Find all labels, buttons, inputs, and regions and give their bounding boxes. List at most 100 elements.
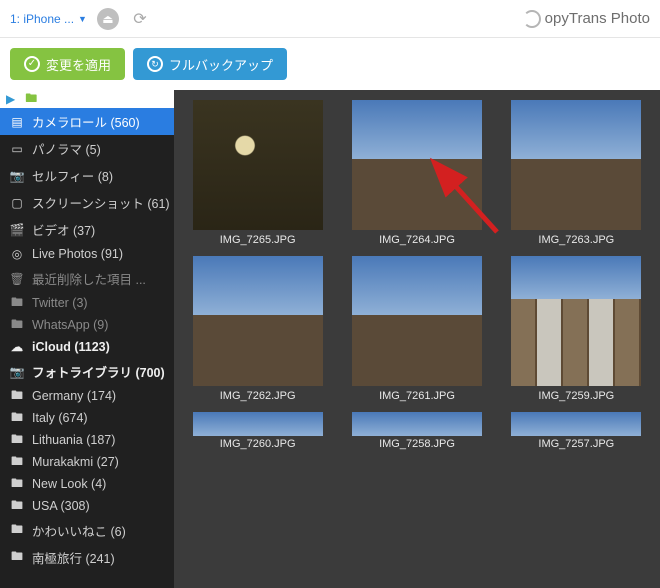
sidebar-list: ▤ カメラロール (560) ▭ パノラマ (5) 📷 セルフィー (8) ▢スクリーンショ… bbox=[0, 108, 174, 588]
picture-tab-icon[interactable]: 🖿 bbox=[25, 89, 37, 110]
sidebar-item-label: Live Photos (91) bbox=[32, 247, 123, 261]
thumbnail[interactable]: IMG_7259.JPG bbox=[507, 256, 646, 402]
thumbnail-image bbox=[352, 412, 482, 436]
thumbnail-image bbox=[193, 100, 323, 230]
sidebar-item-label: ビデオ (37) bbox=[32, 220, 95, 239]
camera-icon: 📷 bbox=[10, 169, 24, 183]
thumbnail-label: IMG_7258.JPG bbox=[379, 438, 455, 450]
video-icon: 🎬 bbox=[10, 223, 24, 237]
folder-icon: 🖿 bbox=[10, 389, 24, 403]
sidebar-item-label: Germany (174) bbox=[32, 389, 116, 403]
sidebar-item-label: かわいいねこ (6) bbox=[32, 521, 126, 540]
sidebar-item[interactable]: 📷 セルフィー (8) bbox=[0, 162, 174, 189]
sidebar-item[interactable]: ◎ Live Photos (91) bbox=[0, 243, 174, 265]
sidebar-item-label: WhatsApp (9) bbox=[32, 318, 108, 332]
sidebar-item-label: USA (308) bbox=[32, 499, 90, 513]
thumbnail[interactable]: IMG_7262.JPG bbox=[188, 256, 327, 402]
refresh-button[interactable]: ⟳ bbox=[129, 8, 151, 30]
thumbnail[interactable]: IMG_7257.JPG bbox=[507, 412, 646, 450]
sidebar-item-label: New Look (4) bbox=[32, 477, 106, 491]
folder-icon: 🖿 bbox=[10, 551, 24, 565]
sidebar-item[interactable]: 🖿 WhatsApp (9) bbox=[0, 314, 174, 336]
cloud-icon: ☁ bbox=[10, 340, 24, 354]
thumbnail[interactable]: IMG_7263.JPG bbox=[507, 100, 646, 246]
play-tab-icon[interactable]: ▶ bbox=[6, 92, 15, 106]
sidebar-item[interactable]: 🖿 Twitter (3) bbox=[0, 292, 174, 314]
thumbnail-image bbox=[511, 100, 641, 230]
sidebar-item-label: 南極旅行 (241) bbox=[32, 548, 115, 567]
eject-button[interactable]: ⏏ bbox=[97, 8, 119, 30]
folder-icon: 🖿 bbox=[10, 524, 24, 538]
folder-icon: 🖿 bbox=[10, 455, 24, 469]
thumbnail-image bbox=[193, 256, 323, 386]
history-icon: ↻ bbox=[147, 56, 163, 72]
thumbnail-label: IMG_7261.JPG bbox=[379, 390, 455, 402]
sidebar-item[interactable]: 🖿 南極旅行 (241) bbox=[0, 544, 174, 571]
thumbnail-image bbox=[352, 100, 482, 230]
folder-icon: 🖿 bbox=[10, 411, 24, 425]
sidebar-item-label: Murakakmi (27) bbox=[32, 455, 119, 469]
sidebar-item-label: フォトライブラリ (700) bbox=[32, 362, 165, 381]
sidebar-item-label: Lithuania (187) bbox=[32, 433, 115, 447]
folder-icon: 🖿 bbox=[10, 318, 24, 332]
apply-changes-button[interactable]: ✓ 変更を適用 bbox=[10, 48, 125, 80]
thumbnail-label: IMG_7259.JPG bbox=[538, 390, 614, 402]
sidebar-item-label: iCloud (1123) bbox=[32, 340, 110, 354]
sidebar-tabs: ▶ 🖿 bbox=[0, 90, 174, 108]
sidebar-item[interactable]: ▤ カメラロール (560) bbox=[0, 108, 174, 135]
sidebar-item[interactable]: 🖿USA (308) bbox=[0, 495, 174, 517]
sidebar-item[interactable]: ▭ パノラマ (5) bbox=[0, 135, 174, 162]
trash-icon: 🗑 bbox=[10, 272, 24, 286]
sidebar-item[interactable]: 🖿 かわいいねこ (6) bbox=[0, 517, 174, 544]
sidebar-item[interactable]: 📷 フォトライブラリ (700) bbox=[0, 358, 174, 385]
sidebar-item[interactable]: 🖿 New Look (4) bbox=[0, 473, 174, 495]
thumbnail[interactable]: IMG_7261.JPG bbox=[347, 256, 486, 402]
thumbnail-image bbox=[511, 412, 641, 436]
sidebar-item[interactable]: 🖿Lithuania (187) bbox=[0, 429, 174, 451]
backup-label: フルバックアップ bbox=[169, 55, 273, 74]
device-label: 1: iPhone ... bbox=[10, 12, 74, 26]
thumbnail-grid: IMG_7265.JPG IMG_7264.JPG IMG_7263.JPG IMG_… bbox=[188, 100, 646, 450]
actionbar: ✓ 変更を適用 ↻ フルバックアップ bbox=[0, 38, 660, 90]
sidebar-item[interactable]: 🖿 Germany (174) bbox=[0, 385, 174, 407]
sidebar-item-label: スクリーンショット (61) bbox=[32, 193, 170, 212]
topbar: 1: iPhone ... ▼ ⏏ ⟳ opyTrans Photo bbox=[0, 0, 660, 38]
sidebar-item[interactable]: ▢スクリーンショット (61) bbox=[0, 189, 174, 216]
live-icon: ◎ bbox=[10, 247, 24, 261]
folder-icon: 🖿 bbox=[10, 296, 24, 310]
thumbnail[interactable]: IMG_7265.JPG bbox=[188, 100, 327, 246]
thumbnail-label: IMG_7257.JPG bbox=[538, 438, 614, 450]
thumbnail[interactable]: IMG_7264.JPG bbox=[347, 100, 486, 246]
sidebar-item-label: Twitter (3) bbox=[32, 296, 88, 310]
brand-text: opyTrans Photo bbox=[545, 10, 650, 27]
album-icon: ▤ bbox=[10, 115, 24, 129]
sidebar-item[interactable]: 🖿 Italy (674) bbox=[0, 407, 174, 429]
camera-icon: 📷 bbox=[10, 365, 24, 379]
thumbnail-label: IMG_7265.JPG bbox=[220, 234, 296, 246]
panorama-icon: ▭ bbox=[10, 142, 24, 156]
thumbnail[interactable]: IMG_7260.JPG bbox=[188, 412, 327, 450]
folder-icon: 🖿 bbox=[10, 477, 24, 491]
sidebar: ▶ 🖿 ▤ カメラロール (560) ▭ パノラマ (5) 📷 セルフィー (8) ▢スクリ… bbox=[0, 90, 174, 588]
thumbnail-label: IMG_7260.JPG bbox=[220, 438, 296, 450]
sidebar-item[interactable]: 🗑最近削除した項目 ... bbox=[0, 265, 174, 292]
sidebar-item-label: Italy (674) bbox=[32, 411, 88, 425]
sidebar-item-label: セルフィー (8) bbox=[32, 166, 113, 185]
sidebar-item-label: カメラロール (560) bbox=[32, 112, 140, 131]
thumbnail-label: IMG_7263.JPG bbox=[538, 234, 614, 246]
thumbnail[interactable]: IMG_7258.JPG bbox=[347, 412, 486, 450]
sidebar-item-label: パノラマ (5) bbox=[32, 139, 101, 158]
full-backup-button[interactable]: ↻ フルバックアップ bbox=[133, 48, 287, 80]
thumbnail-label: IMG_7264.JPG bbox=[379, 234, 455, 246]
thumbnail-label: IMG_7262.JPG bbox=[220, 390, 296, 402]
sidebar-item[interactable]: 🎬 ビデオ (37) bbox=[0, 216, 174, 243]
chevron-down-icon: ▼ bbox=[78, 14, 87, 24]
brand-logo-icon bbox=[523, 10, 541, 28]
device-select[interactable]: 1: iPhone ... ▼ bbox=[10, 12, 87, 26]
thumbnail-image bbox=[511, 256, 641, 386]
sidebar-item[interactable]: ☁ iCloud (1123) bbox=[0, 336, 174, 358]
main: ▶ 🖿 ▤ カメラロール (560) ▭ パノラマ (5) 📷 セルフィー (8) ▢スクリ… bbox=[0, 90, 660, 588]
thumbnail-image bbox=[352, 256, 482, 386]
brand: opyTrans Photo bbox=[523, 10, 650, 28]
sidebar-item[interactable]: 🖿 Murakakmi (27) bbox=[0, 451, 174, 473]
